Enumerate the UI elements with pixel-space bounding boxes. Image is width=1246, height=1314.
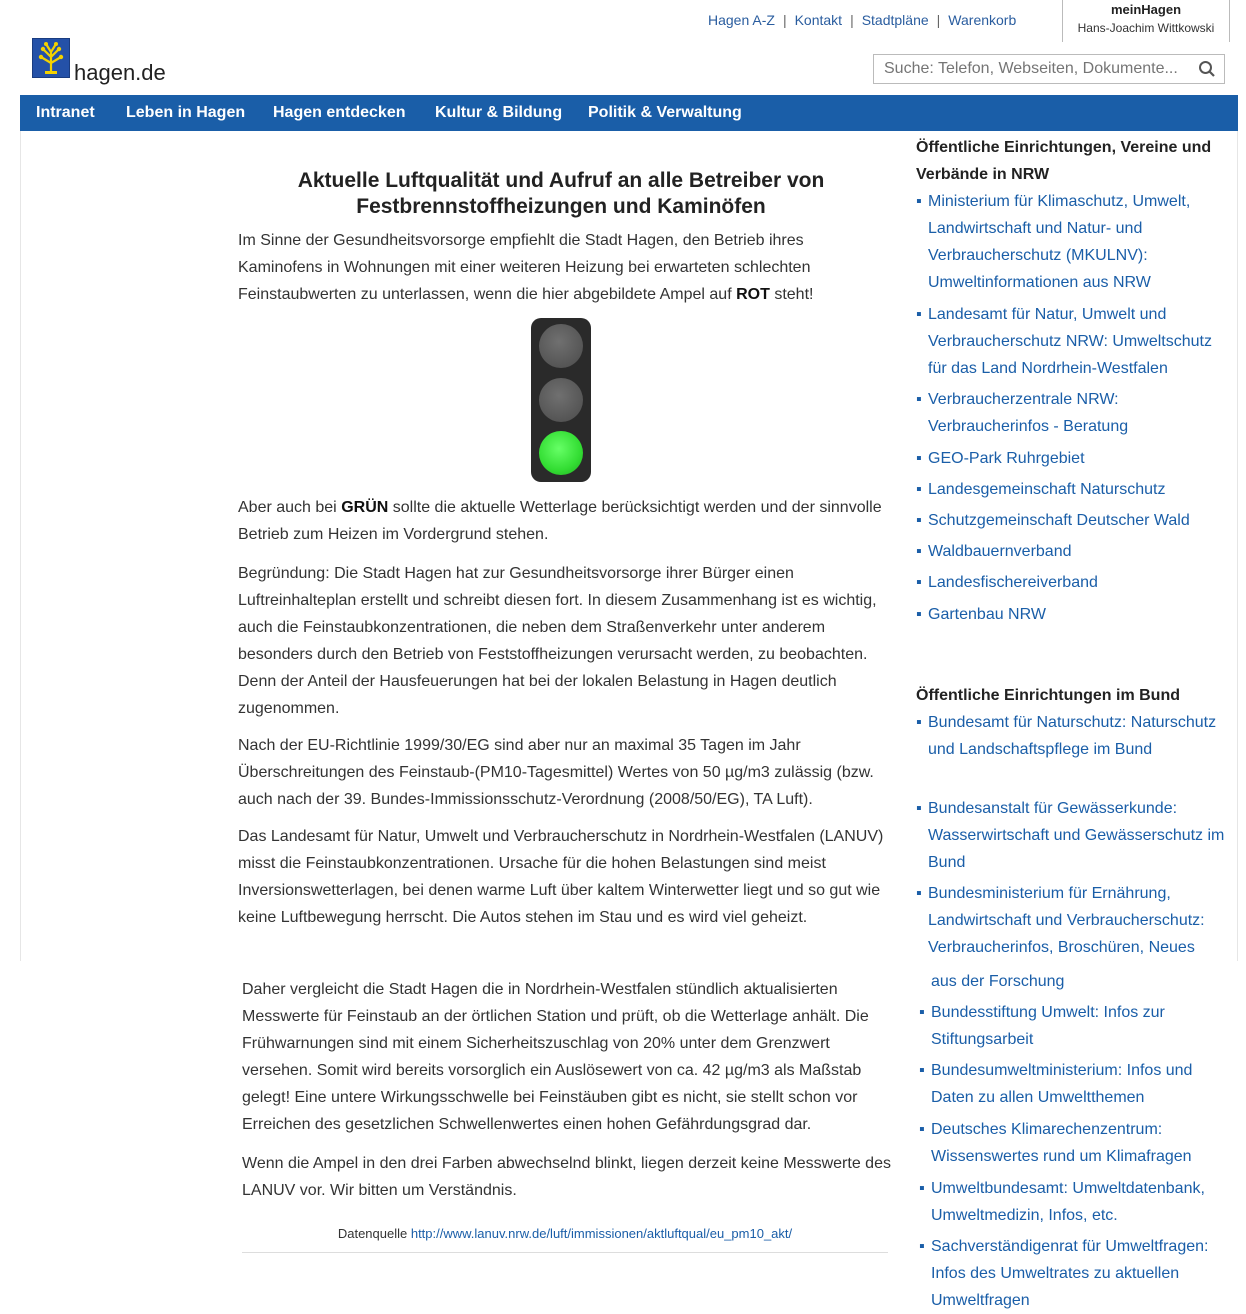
green-paragraph: Aber auch bei GRÜN sollte die aktuelle W… <box>238 494 888 548</box>
nav-leben-in-hagen[interactable]: Leben in Hagen <box>126 104 245 122</box>
intro-bold: ROT <box>736 286 770 303</box>
sidebar-link[interactable]: ▪ Landesfischereiverband <box>916 569 1226 596</box>
nav-hagen-entdecken[interactable]: Hagen entdecken <box>273 104 405 122</box>
separator: | <box>782 12 787 28</box>
sidebar-link[interactable]: ▪ Gartenbau NRW <box>916 601 1226 628</box>
sidebar-link[interactable]: ▪ Landesgemeinschaft Naturschutz <box>916 476 1226 503</box>
bullet-icon: ▪ <box>916 512 922 529</box>
top-link-kontakt[interactable]: Kontakt <box>795 12 842 28</box>
sidebar-link[interactable]: ▪ Bundesanstalt für Gewässerkunde: Wasser… <box>916 795 1226 876</box>
separator: | <box>850 12 854 28</box>
nav-politik-verwaltung[interactable]: Politik & Verwaltung <box>588 104 742 122</box>
bullet-icon: ▪ <box>919 1121 925 1138</box>
sidebar-link[interactable]: ▪ Sachverständigenrat für Umweltfragen: I… <box>919 1233 1229 1314</box>
sidebar-link[interactable]: ▪ Waldbauernverband <box>916 538 1226 565</box>
bullet-icon: ▪ <box>916 574 922 591</box>
sidebar-link[interactable]: ▪ Bundesamt für Naturschutz: Naturschutz … <box>916 709 1226 763</box>
nav-kultur-bildung[interactable]: Kultur & Bildung <box>435 104 562 122</box>
bullet-icon: ▪ <box>916 800 922 817</box>
intro-text: Im Sinne der Gesundheitsvorsorge empfieh… <box>238 232 811 303</box>
search-input[interactable] <box>874 55 1186 83</box>
sidebar-link[interactable]: ▪ Bundesumweltministerium: Infos und Date… <box>919 1057 1229 1111</box>
bullet-icon: ▪ <box>916 885 922 902</box>
bullet-icon: ▪ <box>919 1180 925 1197</box>
content-frame-right <box>1237 131 1238 961</box>
traffic-light <box>531 318 591 482</box>
sidebar-link[interactable]: ▪ Schutzgemeinschaft Deutscher Wald <box>916 507 1226 534</box>
sidebar-heading-nrw: Öffentliche Einrichtungen, Vereine und V… <box>916 139 1212 183</box>
source-label: Datenquelle <box>337 1226 411 1241</box>
bullet-icon: ▪ <box>916 481 922 498</box>
bullet-icon: ▪ <box>919 1238 925 1255</box>
content-frame-left <box>20 131 21 961</box>
sidebar-link[interactable]: ▪ GEO-Park Ruhrgebiet <box>916 445 1226 472</box>
sidebar-link[interactable]: ▪ Ministerium für Klimaschutz, Umwelt, La… <box>916 188 1226 296</box>
sidebar-link[interactable]: ▪ Umweltbundesamt: Umweltdatenbank, Umwel… <box>919 1175 1229 1229</box>
search-icon[interactable] <box>1198 60 1216 83</box>
bullet-icon: ▪ <box>916 193 922 210</box>
green-lamp <box>539 431 583 475</box>
sidebar-link[interactable]: ▪ Verbraucherzentrale NRW: Verbraucherinf… <box>916 386 1226 440</box>
sidebar-link[interactable]: ▪ Landesamt für Natur, Umwelt und Verbrau… <box>916 301 1226 382</box>
begruendung-paragraph: Begründung: Die Stadt Hagen hat zur Gesu… <box>238 565 877 717</box>
crest-icon <box>33 39 69 77</box>
bullet-icon: ▪ <box>916 606 922 623</box>
intro-text-end: steht! <box>769 286 814 303</box>
eu-paragraph: Nach der EU-Richtlinie 1999/30/EG sind a… <box>238 737 874 808</box>
main-navigation: Intranet Leben in Hagen Hagen entdecken … <box>20 95 1238 131</box>
bullet-icon: ▪ <box>916 306 922 323</box>
top-links: Hagen A-Z | Kontakt | Stadtpläne | Warenkorb <box>708 12 1016 28</box>
site-brand[interactable]: hagen.de <box>74 60 166 86</box>
sidebar-link[interactable]: ▪ Bundesministerium für Ernährung, Landwi… <box>916 880 1226 961</box>
top-link-hagen-az[interactable]: Hagen A-Z <box>708 12 775 28</box>
data-source: Datenquelle http://www.lanuv.nrw.de/luft… <box>242 1226 888 1241</box>
article-title: Aktuelle Luftqualität und Aufruf an alle… <box>297 169 825 218</box>
bullet-icon: ▪ <box>919 1004 925 1021</box>
green-text: Aber auch bei <box>238 499 342 516</box>
source-link[interactable]: http://www.lanuv.nrw.de/luft/immissionen… <box>411 1226 792 1241</box>
divider <box>242 1252 888 1253</box>
search-box <box>873 54 1225 84</box>
sidebar-heading-bund: Öffentliche Einrichtungen im Bund <box>916 687 1180 704</box>
bullet-icon: ▪ <box>919 1062 925 1079</box>
yellow-lamp <box>539 378 583 422</box>
bullet-icon: ▪ <box>916 450 922 467</box>
mein-hagen-title[interactable]: meinHagen <box>1063 2 1229 17</box>
intro-paragraph: Im Sinne der Gesundheitsvorsorge empfieh… <box>238 227 888 308</box>
sidebar-link[interactable]: ▪ Bundesstiftung Umwelt: Infos zur Stiftu… <box>919 999 1229 1053</box>
sidebar-link-continued[interactable]: aus der Forschung <box>919 968 1229 995</box>
city-crest-logo[interactable] <box>32 38 70 78</box>
user-name: Hans-Joachim Wittkowski <box>1077 21 1215 35</box>
separator: | <box>936 12 941 28</box>
bullet-icon: ▪ <box>916 714 922 731</box>
top-link-stadtplaene[interactable]: Stadtpläne <box>862 12 929 28</box>
bullet-icon: ▪ <box>916 543 922 560</box>
red-lamp <box>539 324 583 368</box>
mein-hagen-box[interactable]: meinHagen Hans-Joachim Wittkowski <box>1062 0 1230 42</box>
green-bold: GRÜN <box>341 499 389 516</box>
bullet-icon: ▪ <box>916 391 922 408</box>
top-link-warenkorb[interactable]: Warenkorb <box>948 12 1016 28</box>
nav-intranet[interactable]: Intranet <box>36 104 95 122</box>
ampel-paragraph: Wenn die Ampel in den drei Farben abwech… <box>242 1155 891 1199</box>
daher-paragraph: Daher vergleicht die Stadt Hagen die in … <box>242 981 869 1133</box>
sidebar-link[interactable]: ▪ Deutsches Klimarechenzentrum: Wissenswe… <box>919 1116 1229 1170</box>
lanuv-paragraph: Das Landesamt für Natur, Umwelt und Verb… <box>238 828 884 926</box>
